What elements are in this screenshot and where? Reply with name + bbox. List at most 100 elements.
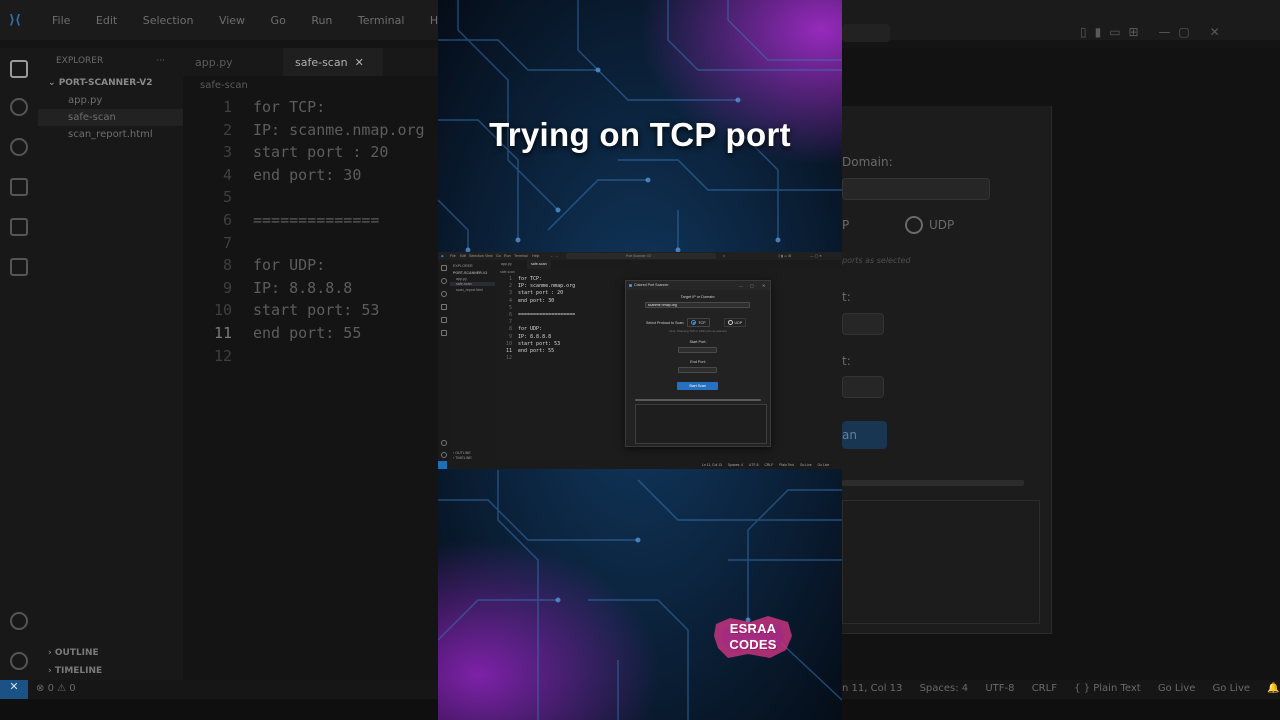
command-search-right[interactable] <box>842 24 890 42</box>
mini-code-line[interactable]: 10 start port: 53 <box>502 341 575 348</box>
tcp-option[interactable]: TCP <box>687 318 710 327</box>
run-debug-icon[interactable] <box>10 178 28 196</box>
testing-icon[interactable] <box>10 258 28 276</box>
mini-gear-icon[interactable] <box>441 452 447 458</box>
mini-project-folder[interactable]: PORT-SCANNER-V2 <box>453 271 487 275</box>
mini-code-line[interactable]: 11 end port: 55 <box>502 348 575 355</box>
mini-menu-selection[interactable]: Selection <box>469 254 484 258</box>
bg-code-line[interactable]: 2 IP: scanme.nmap.org <box>200 119 425 142</box>
more-icon[interactable]: ··· <box>156 56 165 66</box>
account-icon[interactable] <box>10 612 28 630</box>
mini-nav-arrows-icon[interactable]: ← → <box>550 254 558 258</box>
go-live-2[interactable]: Go Live <box>1213 683 1250 694</box>
mini-code-line[interactable]: 7 <box>502 319 575 326</box>
language-mode[interactable]: { } Plain Text <box>1074 683 1141 694</box>
explorer-icon[interactable] <box>10 60 28 78</box>
mini-explorer-icon[interactable] <box>441 265 447 271</box>
mini-source-control-icon[interactable] <box>441 291 447 297</box>
bg-code-line[interactable]: 4 end port: 30 <box>200 164 425 187</box>
mini-account-icon[interactable] <box>441 440 447 446</box>
mini-go-live-2[interactable]: Go Live <box>818 463 830 467</box>
mini-window-controls[interactable]: — ▢ ✕ <box>810 254 822 258</box>
mini-code-line[interactable]: 1 for TCP: <box>502 276 575 283</box>
mini-language-mode[interactable]: Plain Text <box>779 463 794 467</box>
bell-icon[interactable]: 🔔 <box>1267 683 1279 694</box>
tab-app-py[interactable]: app.py <box>195 56 233 69</box>
bg-code-line[interactable]: 1 for TCP: <box>200 96 425 119</box>
menu-go[interactable]: Go <box>271 14 286 27</box>
start-port-input[interactable] <box>678 347 717 353</box>
mini-indentation[interactable]: Spaces: 4 <box>728 463 743 467</box>
mini-code-line[interactable]: 9 IP: 8.8.8.8 <box>502 334 575 341</box>
bg-code-line[interactable]: 7 <box>200 232 425 255</box>
mini-code-line[interactable]: 4 end port: 30 <box>502 298 575 305</box>
remote-icon[interactable]: ✕ <box>0 680 28 699</box>
mini-code-line[interactable]: 3 start port : 20 <box>502 290 575 297</box>
mini-code-line[interactable]: 8 for UDP: <box>502 326 575 333</box>
end-port-input[interactable] <box>678 367 717 373</box>
go-live-1[interactable]: Go Live <box>1158 683 1195 694</box>
mini-encoding[interactable]: UTF-8 <box>749 463 759 467</box>
udp-option[interactable]: UDP <box>723 318 747 327</box>
mini-run-debug-icon[interactable] <box>441 304 447 310</box>
problems-indicator[interactable]: ⊗ 0 ⚠ 0 <box>36 683 76 694</box>
layout-icons[interactable]: ▯▮▭⊞ —▢ ✕ <box>1080 25 1228 39</box>
timeline-section[interactable]: › TIMELINE <box>48 666 102 676</box>
bg-code-line[interactable]: 8 for UDP: <box>200 254 425 277</box>
close-icon[interactable]: ✕ <box>355 56 364 69</box>
bg-code-line[interactable]: 3 start port : 20 <box>200 141 425 164</box>
code-editor[interactable]: 1 for TCP: 2 IP: scanme.nmap.org 3 start port… <box>200 96 425 367</box>
close-icon[interactable]: ✕ <box>762 281 765 290</box>
mini-file-scan-report[interactable]: scan_report.html <box>456 288 483 292</box>
mini-code-editor[interactable]: 1 for TCP: 2 IP: scanme.nmap.org 3 start port… <box>502 276 575 362</box>
start-input-fragment[interactable] <box>842 313 884 335</box>
target-input[interactable]: scanme.nmap.org <box>645 302 750 308</box>
menu-run[interactable]: Run <box>311 14 332 27</box>
minimize-icon[interactable]: — <box>739 281 743 290</box>
bg-code-line[interactable]: 5 <box>200 186 425 209</box>
mini-file-safe-scan[interactable]: safe-scan <box>450 282 495 286</box>
mini-timeline[interactable]: › TIMELINE <box>453 456 472 460</box>
search-icon[interactable] <box>10 98 28 116</box>
mini-menu-run[interactable]: Run <box>504 254 511 258</box>
mini-code-line[interactable]: 12 <box>502 355 575 362</box>
menu-edit[interactable]: Edit <box>96 14 117 27</box>
mini-code-line[interactable]: 5 <box>502 305 575 312</box>
indentation[interactable]: Spaces: 4 <box>920 683 969 694</box>
mini-cursor-position[interactable]: Ln 11, Col 13 <box>702 463 722 467</box>
tcp-radio[interactable] <box>691 320 697 325</box>
udp-radio-fragment[interactable] <box>905 216 923 234</box>
extensions-icon[interactable] <box>10 218 28 236</box>
encoding[interactable]: UTF-8 <box>985 683 1014 694</box>
mini-layout-icons[interactable]: ▯ ▮ ▭ ⊞ <box>778 254 791 258</box>
udp-radio[interactable] <box>727 320 733 325</box>
mini-menu-view[interactable]: View <box>485 254 493 258</box>
mini-testing-icon[interactable] <box>441 330 447 336</box>
bg-code-line[interactable]: 11 end port: 55 <box>200 322 425 345</box>
target-input-fragment[interactable] <box>842 178 990 200</box>
file-scan-report[interactable]: scan_report.html <box>38 126 183 143</box>
mini-menu-help[interactable]: Help <box>532 254 539 258</box>
scan-button-fragment[interactable]: an <box>842 421 887 449</box>
bg-code-line[interactable]: 9 IP: 8.8.8.8 <box>200 277 425 300</box>
mini-remote-icon[interactable] <box>438 461 447 469</box>
menu-view[interactable]: View <box>219 14 245 27</box>
mini-outline[interactable]: › OUTLINE <box>453 451 471 455</box>
mini-menu-edit[interactable]: Edit <box>460 254 466 258</box>
mini-line-ending[interactable]: CRLF <box>764 463 773 467</box>
mini-search-icon[interactable] <box>441 278 447 284</box>
gear-icon[interactable] <box>10 652 28 670</box>
line-ending[interactable]: CRLF <box>1032 683 1057 694</box>
source-control-icon[interactable] <box>10 138 28 156</box>
scan-output-box[interactable] <box>635 404 767 444</box>
mini-command-search[interactable]: Port Scanner V2 <box>566 253 716 259</box>
mini-copilot-icon[interactable]: ☺ <box>722 254 726 258</box>
menu-terminal[interactable]: Terminal <box>358 14 405 27</box>
end-input-fragment[interactable] <box>842 376 884 398</box>
start-scan-button[interactable]: Start Scan <box>677 382 718 390</box>
bg-code-line[interactable]: 10 start port: 53 <box>200 299 425 322</box>
maximize-icon[interactable]: ▢ <box>750 281 754 290</box>
mini-menu-file[interactable]: File <box>450 254 456 258</box>
bg-code-line[interactable]: 12 <box>200 345 425 368</box>
mini-menu-terminal[interactable]: Terminal <box>514 254 528 258</box>
